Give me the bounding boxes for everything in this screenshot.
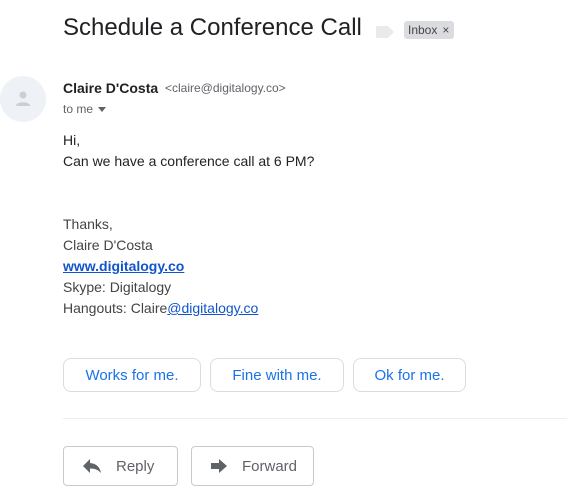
sender-avatar[interactable] [0, 76, 46, 122]
signature-hangouts: Hangouts: Claire@digitalogy.co [63, 300, 258, 316]
signature-hangouts-text: Hangouts: Claire [63, 300, 168, 316]
signature-name: Claire D'Costa [63, 237, 153, 253]
forward-button[interactable]: Forward [191, 446, 314, 486]
signature-closing: Thanks, [63, 216, 113, 232]
body-greeting: Hi, [63, 132, 81, 148]
body-message: Can we have a conference call at 6 PM? [63, 153, 315, 169]
smart-reply-ok-for-me[interactable]: Ok for me. [353, 358, 466, 392]
forward-label: Forward [242, 457, 298, 475]
label-chip-inbox: Inbox × [404, 21, 455, 39]
forward-arrow-icon [211, 459, 227, 473]
person-icon [16, 91, 30, 106]
email-subject: Schedule a Conference Call [63, 14, 362, 41]
reply-button[interactable]: Reply [63, 446, 178, 486]
divider [63, 418, 567, 419]
smart-reply-fine-with-me[interactable]: Fine with me. [210, 358, 344, 392]
smart-reply-works-for-me[interactable]: Works for me. [63, 358, 201, 392]
reply-arrow-icon [83, 459, 101, 473]
recipient-details[interactable]: to me [63, 102, 107, 116]
signature-hangouts-link[interactable]: @digitalogy.co [167, 300, 258, 316]
chevron-down-icon[interactable] [98, 107, 107, 112]
reply-label: Reply [116, 457, 155, 475]
recipient-text: to me [63, 102, 94, 116]
signature-website-link[interactable]: www.digitalogy.co [63, 258, 184, 274]
importance-marker-icon[interactable] [376, 26, 394, 38]
sender-name[interactable]: Claire D'Costa [63, 80, 158, 96]
sender-email: <claire@digitalogy.co> [165, 81, 286, 95]
signature-skype: Skype: Digitalogy [63, 279, 172, 295]
label-chip-text: Inbox [408, 23, 438, 37]
remove-label-icon[interactable]: × [442, 24, 449, 36]
